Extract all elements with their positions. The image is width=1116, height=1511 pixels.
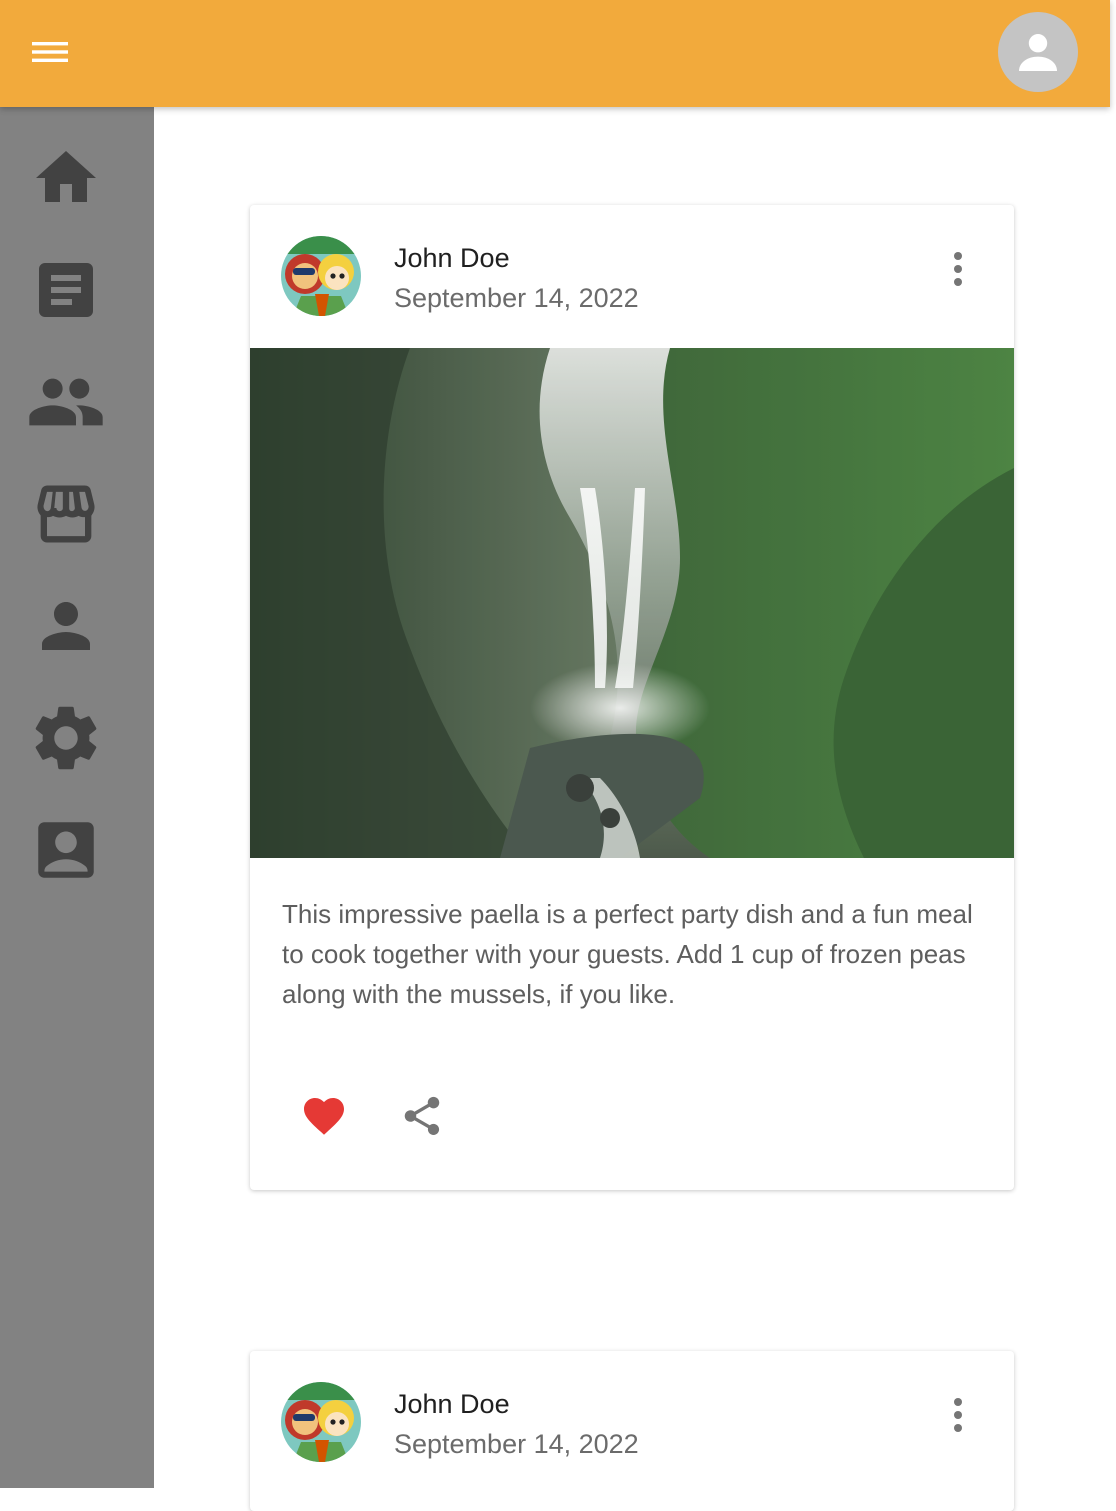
hamburger-menu-button[interactable] <box>14 16 86 88</box>
more-options-button[interactable] <box>936 247 980 291</box>
sidebar-item-contacts[interactable] <box>23 807 109 893</box>
post-author: John Doe <box>394 1389 510 1419</box>
post-card: John Doe September 14, 2022 <box>250 1351 1014 1511</box>
person-icon <box>42 602 90 650</box>
article-icon <box>39 263 93 317</box>
app-bar <box>0 0 1110 107</box>
contact-card-icon <box>38 822 94 878</box>
more-vert-icon <box>954 1398 962 1432</box>
sidebar-item-articles[interactable] <box>23 247 109 333</box>
post-actions <box>250 1070 1014 1190</box>
post-header: John Doe September 14, 2022 <box>250 205 1014 348</box>
hamburger-menu-icon <box>32 42 68 62</box>
sidebar-item-people[interactable] <box>23 359 109 445</box>
sidebar-item-home[interactable] <box>23 135 109 221</box>
author-avatar[interactable] <box>281 236 361 316</box>
post-author: John Doe <box>394 243 510 273</box>
cartoon-avatar-image <box>281 236 361 316</box>
account-button[interactable] <box>998 12 1078 92</box>
sidebar-item-settings[interactable] <box>23 695 109 781</box>
waterfall-photo <box>250 348 1014 858</box>
post-date: September 14, 2022 <box>394 1429 639 1459</box>
heart-icon <box>304 1098 344 1135</box>
post-card: John Doe September 14, 2022 <box>250 205 1014 1190</box>
like-button[interactable] <box>294 1086 354 1146</box>
account-circle-icon <box>1019 34 1057 71</box>
share-icon <box>404 1096 440 1136</box>
more-options-button[interactable] <box>936 1393 980 1437</box>
author-avatar[interactable] <box>281 1382 361 1462</box>
settings-gear-icon <box>35 706 97 770</box>
post-header: John Doe September 14, 2022 <box>250 1351 1014 1494</box>
post-text: This impressive paella is a perfect part… <box>282 899 973 1009</box>
sidebar-item-store[interactable] <box>23 471 109 557</box>
more-vert-icon <box>954 252 962 286</box>
home-icon <box>36 151 96 202</box>
store-icon <box>37 485 95 543</box>
post-date: September 14, 2022 <box>394 283 639 313</box>
cartoon-avatar-image <box>281 1382 361 1462</box>
people-icon <box>29 378 103 426</box>
sidebar-item-profile[interactable] <box>23 583 109 669</box>
sidebar <box>0 107 154 1488</box>
share-button[interactable] <box>392 1086 452 1146</box>
